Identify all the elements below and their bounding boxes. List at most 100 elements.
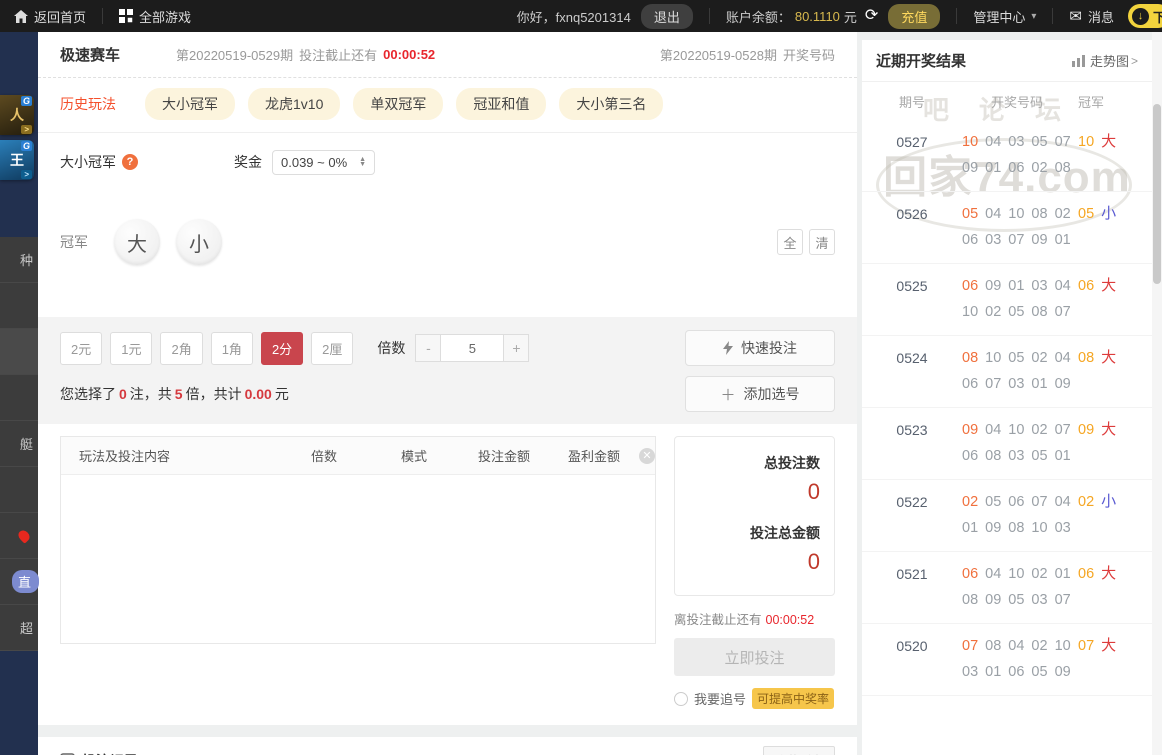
- sidebar-menu-item[interactable]: 超: [0, 605, 38, 651]
- recharge-button[interactable]: 充值: [888, 3, 941, 29]
- unit-button[interactable]: 1角: [210, 331, 253, 365]
- tab-size-champion[interactable]: 大小冠军: [145, 88, 235, 120]
- result-row: 0523 09 04 10 02 07 06 08 03 05 01 09 大: [862, 408, 1152, 480]
- sidebar-menu-item[interactable]: [0, 283, 38, 329]
- unit-button[interactable]: 2厘: [311, 331, 354, 365]
- prize-value: 0.039 ~ 0%: [281, 154, 348, 170]
- sidebar-menu-item[interactable]: [0, 513, 38, 559]
- countdown-timer: 00:00:52: [383, 47, 436, 62]
- sidebar-menu-item[interactable]: 直: [0, 559, 39, 605]
- select-all-button[interactable]: 全: [777, 229, 803, 255]
- trend-link[interactable]: 走势图: [1090, 51, 1129, 70]
- greeting: 你好，fxnq5201314: [516, 9, 631, 25]
- result-row: 0524 08 10 05 02 04 06 07 03 01 09 08 大: [862, 336, 1152, 408]
- results-header: 近期开奖结果 走势图 >: [862, 40, 1152, 82]
- all-games-label: 全部游戏: [139, 9, 192, 25]
- tab-size-third[interactable]: 大小第三名: [559, 88, 664, 120]
- messages-label: 消息: [1087, 9, 1114, 25]
- sidebar-menu-item[interactable]: [0, 329, 38, 375]
- result-issue: 0527: [896, 134, 928, 150]
- grid-icon: [119, 9, 134, 23]
- messages-link[interactable]: ✉ 消息: [1069, 7, 1114, 26]
- bet-summary-panel: 总投注数 0 投注总金额 0 离投注截止还有 00:00:52 立即投注 我要追号…: [674, 436, 835, 709]
- home-link[interactable]: 返回首页: [14, 7, 86, 26]
- result-numbers: 05 04 10 08 02 06 03 07 09 01: [962, 206, 1071, 248]
- bet-total: 0.00: [244, 386, 272, 402]
- clear-button[interactable]: 清: [809, 229, 835, 255]
- admin-center-label: 管理中心: [973, 9, 1026, 25]
- multiplier-minus-button[interactable]: -: [415, 334, 442, 362]
- banner-label: 王: [10, 152, 24, 168]
- arrow-icon: >: [21, 125, 32, 134]
- sidebar-menu-item[interactable]: 艇: [0, 421, 38, 467]
- result-row: 0520 07 08 04 02 10 03 01 06 05 09 07 大: [862, 624, 1152, 696]
- bet-slip-area: 玩法及投注内容 倍数 模式 投注金额 盈利金额 ✕ 总投注数 0 投注总金额 0…: [38, 424, 857, 725]
- add-selection-button[interactable]: ＋ 添加选号: [685, 376, 835, 412]
- scrollbar-thumb[interactable]: [1153, 104, 1161, 284]
- result-numbers: 07 08 04 02 10 03 01 06 05 09: [962, 638, 1071, 680]
- result-row: 0525 06 09 01 03 04 10 02 05 08 07 06 大: [862, 264, 1152, 336]
- game-header: 极速赛车 第20220519-0529期 投注截止还有 00:00:52 第20…: [38, 32, 857, 78]
- game-banner-1[interactable]: G 人 >: [0, 95, 34, 135]
- chase-badge: 可提高中奖率: [752, 688, 835, 709]
- col-period: 期号: [898, 94, 925, 110]
- bet-count: 0: [119, 386, 127, 402]
- lightning-icon: [723, 341, 733, 355]
- col-mode: 模式: [400, 449, 427, 464]
- sidebar-menu-item[interactable]: 种: [0, 237, 38, 283]
- unit-button[interactable]: 1元: [110, 331, 153, 365]
- submit-bet-button[interactable]: 立即投注: [674, 638, 835, 676]
- all-games-link[interactable]: 全部游戏: [119, 7, 191, 26]
- add-selection-label: 添加选号: [743, 386, 800, 402]
- tab-oddeven-champion[interactable]: 单双冠军: [353, 88, 444, 120]
- result-row: 0521 06 04 10 02 01 08 09 05 03 07 06 大: [862, 552, 1152, 624]
- unit-button[interactable]: 2分: [260, 331, 304, 365]
- balance-unit: 元: [843, 9, 857, 25]
- selection-summary: 您选择了 0 注，共 5 倍，共计 0.00 元: [60, 386, 289, 402]
- trend-arrow: >: [1130, 53, 1138, 68]
- unit-button[interactable]: 2元: [60, 331, 103, 365]
- sidebar-menu-item[interactable]: [0, 467, 38, 513]
- logout-button[interactable]: 退出: [640, 3, 693, 29]
- trend-chart-icon: [1071, 54, 1085, 67]
- multiplier-input[interactable]: [441, 334, 504, 362]
- divider: [956, 8, 958, 24]
- refresh-icon[interactable]: ⟳: [865, 8, 878, 24]
- spinner-icon: ▲ ▼: [359, 156, 367, 168]
- play-tabs: 历史玩法 大小冠军 龙虎1v10 单双冠军 冠亚和值 大小第三名: [38, 78, 857, 133]
- download-button[interactable]: ↓ 下: [1127, 4, 1162, 28]
- game-banner-2[interactable]: G 王 >: [0, 140, 34, 180]
- bet-option-big[interactable]: 大: [114, 219, 160, 265]
- chase-checkbox[interactable]: [674, 691, 688, 706]
- sidebar-menu-item[interactable]: [0, 375, 38, 421]
- result-numbers: 10 04 03 05 07 09 01 06 02 08: [962, 134, 1071, 176]
- close-icon[interactable]: ✕: [639, 447, 655, 464]
- home-label: 返回首页: [34, 9, 87, 25]
- tab-dragon-tiger[interactable]: 龙虎1v10: [248, 88, 341, 120]
- result-numbers: 08 10 05 02 04 06 07 03 01 09: [962, 350, 1071, 392]
- results-title: 近期开奖结果: [876, 53, 967, 70]
- multiplier-label: 倍数: [377, 340, 406, 356]
- hide-list-button[interactable]: 隐藏列表: [762, 746, 835, 755]
- multiplier-plus-button[interactable]: +: [503, 334, 530, 362]
- bet-records-card: 投注记录 隐藏列表 参与时间 奖期 玩法 投注内容 投注金额 中奖情况 操作 0…: [38, 737, 857, 755]
- tab-history-plays[interactable]: 历史玩法: [60, 94, 116, 114]
- admin-center-menu[interactable]: 管理中心 ▾: [973, 7, 1036, 26]
- topbar: 返回首页 全部游戏 你好，fxnq5201314 退出 账户余额： 80.111…: [0, 0, 1162, 32]
- tab-sum-value[interactable]: 冠亚和值: [456, 88, 547, 120]
- recent-results-panel: 吧论坛 回家74.com 近期开奖结果 走势图 > 期号 开奖号码 冠军 052…: [862, 40, 1152, 755]
- last-issue: 第20220519-0528期: [659, 48, 777, 63]
- bet-slip-body: [61, 475, 655, 643]
- help-icon[interactable]: ?: [122, 154, 138, 170]
- result-row: 0522 02 05 06 07 04 01 09 08 10 03 02 小: [862, 480, 1152, 552]
- total-bets-value: 0: [807, 479, 820, 504]
- download-icon: ↓: [1131, 7, 1149, 25]
- col-draw-numbers: 开奖号码: [990, 94, 1043, 110]
- unit-button[interactable]: 2角: [160, 331, 203, 365]
- balance-label: 账户余额：: [725, 9, 791, 25]
- quick-bet-button[interactable]: 快速投注: [685, 330, 835, 366]
- bet-option-small[interactable]: 小: [176, 219, 222, 265]
- prize-label: 奖金: [234, 154, 262, 170]
- prize-select[interactable]: 0.039 ~ 0% ▲ ▼: [272, 149, 376, 175]
- quick-bet-label: 快速投注: [741, 340, 797, 356]
